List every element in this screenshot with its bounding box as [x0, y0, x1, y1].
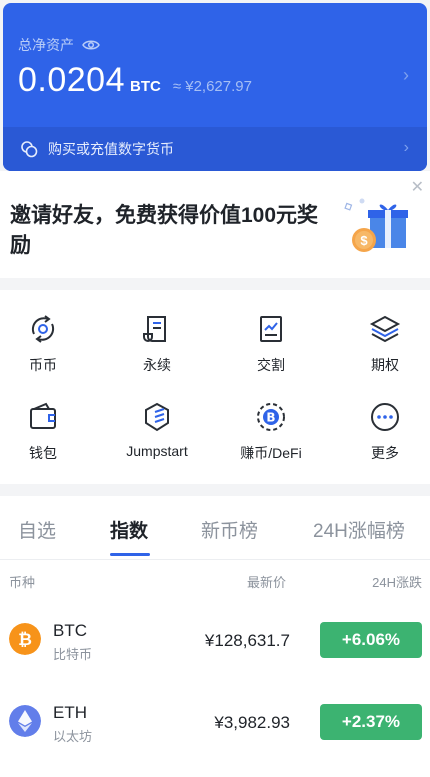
chart-document-icon: [260, 316, 282, 342]
gift-icon: $: [344, 198, 408, 252]
total-assets-label: 总净资产: [18, 37, 74, 53]
buy-crypto-bar[interactable]: 购买或充值数字货币 ›: [3, 127, 427, 171]
asset-value-row: 0.0204 BTC ≈ ¥2,627.97: [18, 61, 252, 100]
tab-index[interactable]: 指数: [110, 516, 148, 543]
column-header-coin[interactable]: 币种: [9, 572, 35, 591]
menu-item-label: 币币: [29, 357, 57, 373]
menu-item-futures[interactable]: 交割: [221, 312, 321, 375]
coin-price: ¥3,982.93: [214, 713, 290, 732]
menu-item-jumpstart[interactable]: Jumpstart: [107, 400, 207, 459]
svg-text:₿: ₿: [18, 630, 32, 650]
document-icon: [143, 316, 166, 342]
coin-price: ¥128,631.7: [204, 631, 290, 650]
market-row-btc[interactable]: ₿ BTC 比特币 ¥128,631.7 +6.06%: [0, 604, 430, 674]
svg-text:$: $: [360, 233, 368, 248]
coin-change-badge[interactable]: +6.06%: [320, 622, 422, 658]
asset-fiat-value: ≈ ¥2,627.97: [172, 78, 252, 95]
coin-name: 比特币: [53, 647, 93, 662]
menu-item-perpetual[interactable]: 永续: [107, 312, 207, 375]
total-assets-card[interactable]: 总净资产 0.0204 BTC ≈ ¥2,627.97 › 购买或充值数字货币 …: [3, 3, 427, 171]
market-section: 自选 指数 新币榜 24H涨幅榜 币种 最新价 24H涨跌 ₿ BTC 比特币 …: [0, 496, 430, 777]
menu-item-label: 钱包: [29, 445, 57, 461]
menu-item-label: 更多: [371, 445, 399, 461]
menu-item-label: 永续: [143, 357, 171, 373]
menu-item-options[interactable]: 期权: [335, 312, 430, 375]
coin-symbol: ETH: [53, 703, 87, 722]
asset-unit: BTC: [130, 78, 161, 95]
bitcoin-icon: ₿: [9, 623, 41, 655]
chevron-right-icon: ›: [403, 65, 409, 85]
jumpstart-icon: [145, 402, 169, 432]
column-header-change[interactable]: 24H涨跌: [372, 572, 422, 591]
close-icon[interactable]: ✕: [411, 177, 424, 197]
menu-item-label: Jumpstart: [126, 443, 188, 459]
coin-symbol: BTC: [53, 621, 87, 640]
wallet-icon: [30, 402, 56, 429]
invite-banner[interactable]: 邀请好友，免费获得价值100元奖励 ✕ $: [0, 171, 430, 278]
more-icon: [371, 403, 399, 431]
market-tabs: 自选 指数 新币榜 24H涨幅榜: [0, 496, 430, 560]
layers-icon: [369, 315, 401, 343]
market-row-eth[interactable]: ETH 以太坊 ¥3,982.93 +2.37%: [0, 686, 430, 756]
tab-24h-gainers[interactable]: 24H涨幅榜: [313, 516, 405, 543]
menu-item-spot[interactable]: 币币: [0, 312, 93, 375]
eye-icon[interactable]: [82, 39, 100, 51]
menu-item-label: 交割: [257, 357, 285, 373]
chevron-right-icon: ›: [403, 139, 409, 156]
coin-name: 以太坊: [53, 729, 93, 744]
bitcoin-circle-icon: B: [257, 403, 285, 431]
menu-item-wallet[interactable]: 钱包: [0, 400, 93, 463]
menu-item-more[interactable]: 更多: [335, 400, 430, 463]
buy-crypto-text: 购买或充值数字货币: [48, 141, 174, 157]
tab-new-coins[interactable]: 新币榜: [201, 516, 258, 543]
active-tab-indicator: [110, 553, 150, 556]
menu-item-label: 赚币/DeFi: [240, 445, 302, 461]
svg-text:B: B: [266, 411, 275, 425]
coin-change-badge[interactable]: +2.37%: [320, 704, 422, 740]
feature-menu: 币币 永续 交割 期权 钱包 Jumpstart B 赚币/DeFi 更多: [0, 290, 430, 484]
invite-text: 邀请好友，免费获得价值100元奖励: [10, 204, 319, 257]
tab-watchlist[interactable]: 自选: [18, 516, 56, 543]
ethereum-icon: [9, 705, 41, 737]
asset-value: 0.0204: [18, 61, 125, 99]
menu-item-earn-defi[interactable]: B 赚币/DeFi: [221, 400, 321, 463]
coins-icon: [20, 140, 38, 158]
menu-item-label: 期权: [371, 357, 399, 373]
coin-exchange-icon: [31, 315, 55, 343]
total-assets-label-row: 总净资产: [18, 35, 100, 55]
column-header-price[interactable]: 最新价: [247, 572, 286, 591]
